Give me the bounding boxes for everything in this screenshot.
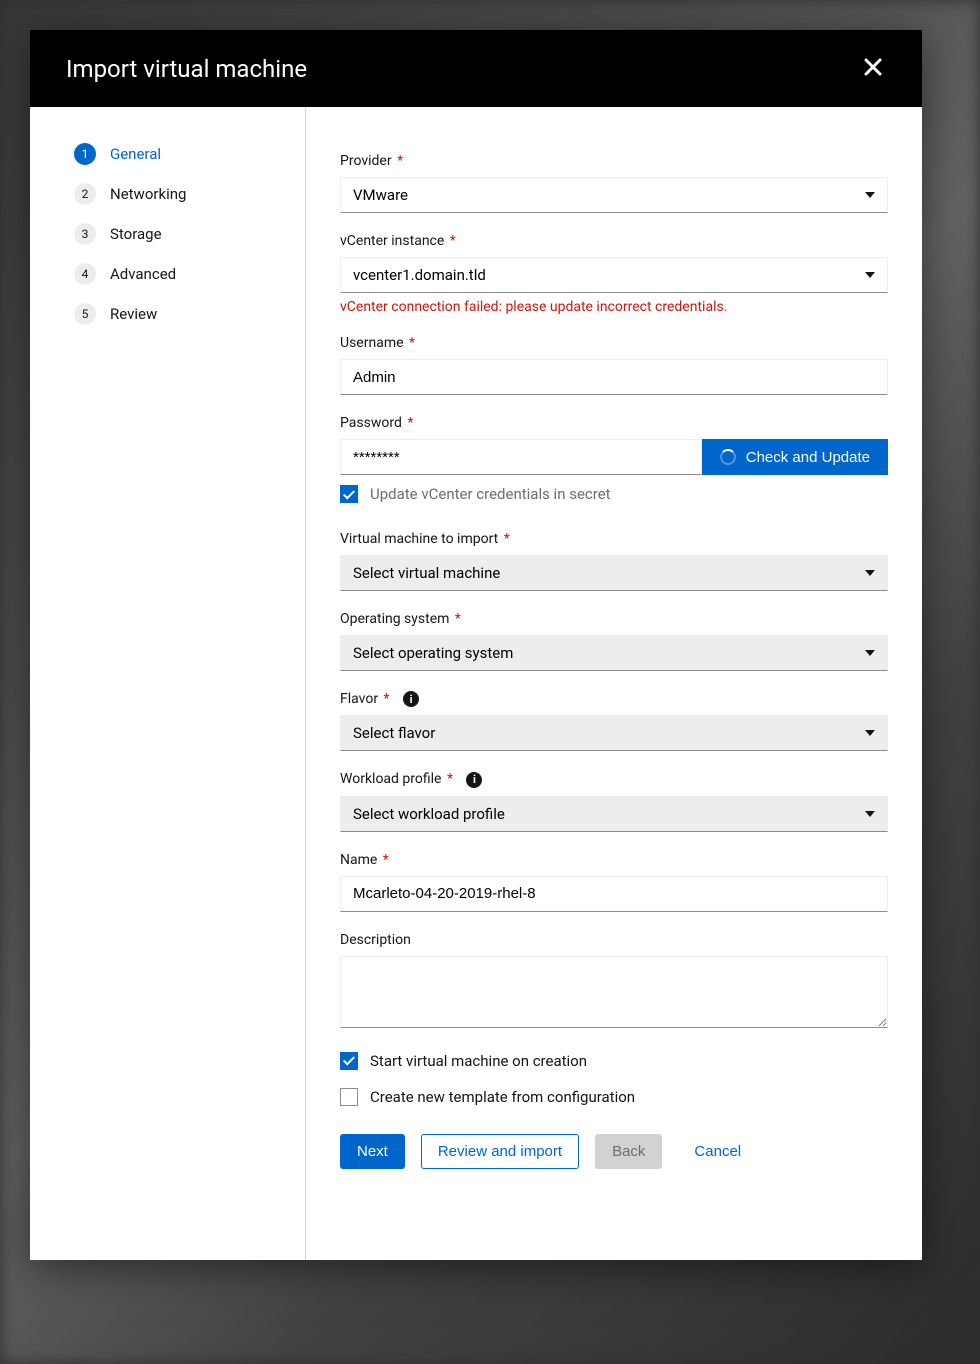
import-vm-modal: Import virtual machine 1 General 2 Netwo… <box>30 30 922 1260</box>
description-textarea[interactable] <box>340 956 888 1028</box>
step-number: 4 <box>74 263 96 285</box>
modal-header: Import virtual machine <box>30 30 922 107</box>
vm-import-placeholder: Select virtual machine <box>353 564 500 582</box>
flavor-select[interactable]: Select flavor <box>340 715 888 751</box>
workload-group: Workload profile * i Select workload pro… <box>340 771 888 831</box>
start-vm-checkbox[interactable] <box>340 1052 358 1070</box>
chevron-down-icon <box>865 650 875 656</box>
info-icon[interactable]: i <box>466 772 482 788</box>
step-storage[interactable]: 3 Storage <box>74 223 305 245</box>
step-advanced[interactable]: 4 Advanced <box>74 263 305 285</box>
os-placeholder: Select operating system <box>353 644 513 662</box>
spinner-icon <box>720 449 736 465</box>
step-label: Networking <box>110 185 186 203</box>
chevron-down-icon <box>865 192 875 198</box>
modal-title: Import virtual machine <box>66 55 307 83</box>
provider-group: Provider * VMware <box>340 153 888 213</box>
vcenter-error: vCenter connection failed: please update… <box>340 299 888 315</box>
form-panel: Provider * VMware vCenter instance * vce… <box>306 107 922 1260</box>
vm-import-group: Virtual machine to import * Select virtu… <box>340 531 888 591</box>
step-networking[interactable]: 2 Networking <box>74 183 305 205</box>
os-group: Operating system * Select operating syst… <box>340 611 888 671</box>
close-button[interactable] <box>860 54 886 83</box>
name-label: Name * <box>340 852 888 868</box>
password-group: Password * Check and Update Update vCent… <box>340 415 888 503</box>
os-select[interactable]: Select operating system <box>340 635 888 671</box>
update-secret-row: Update vCenter credentials in secret <box>340 485 888 503</box>
provider-select[interactable]: VMware <box>340 177 888 213</box>
flavor-placeholder: Select flavor <box>353 724 435 742</box>
info-icon[interactable]: i <box>403 691 419 707</box>
step-review[interactable]: 5 Review <box>74 303 305 325</box>
password-input[interactable] <box>353 449 689 466</box>
step-number: 2 <box>74 183 96 205</box>
step-label: General <box>110 145 161 163</box>
chevron-down-icon <box>865 570 875 576</box>
wizard-footer: Next Review and import Back Cancel <box>340 1134 888 1169</box>
workload-label: Workload profile * i <box>340 771 888 787</box>
username-input-wrap <box>340 359 888 395</box>
review-import-button[interactable]: Review and import <box>421 1134 579 1169</box>
create-template-label: Create new template from configuration <box>370 1088 635 1106</box>
step-number: 1 <box>74 143 96 165</box>
flavor-group: Flavor * i Select flavor <box>340 691 888 751</box>
vcenter-label: vCenter instance * <box>340 233 888 249</box>
vcenter-group: vCenter instance * vcenter1.domain.tld v… <box>340 233 888 315</box>
step-number: 5 <box>74 303 96 325</box>
step-general[interactable]: 1 General <box>74 143 305 165</box>
description-label: Description <box>340 932 888 948</box>
description-group: Description <box>340 932 888 1032</box>
username-group: Username * <box>340 335 888 395</box>
vm-import-select[interactable]: Select virtual machine <box>340 555 888 591</box>
update-secret-label: Update vCenter credentials in secret <box>370 485 611 503</box>
step-number: 3 <box>74 223 96 245</box>
check-update-button[interactable]: Check and Update <box>702 439 888 475</box>
username-label: Username * <box>340 335 888 351</box>
name-input[interactable] <box>353 885 875 902</box>
back-button: Back <box>595 1134 662 1169</box>
step-label: Storage <box>110 225 162 243</box>
vcenter-value: vcenter1.domain.tld <box>353 266 486 284</box>
start-vm-row: Start virtual machine on creation <box>340 1052 888 1070</box>
provider-label: Provider * <box>340 153 888 169</box>
modal-body: 1 General 2 Networking 3 Storage 4 Advan… <box>30 107 922 1260</box>
password-input-wrap <box>340 439 702 475</box>
workload-placeholder: Select workload profile <box>353 805 505 823</box>
chevron-down-icon <box>865 272 875 278</box>
wizard-sidebar: 1 General 2 Networking 3 Storage 4 Advan… <box>30 107 306 1260</box>
step-label: Advanced <box>110 265 176 283</box>
check-button-label: Check and Update <box>746 449 870 466</box>
vm-import-label: Virtual machine to import * <box>340 531 888 547</box>
close-icon <box>864 58 882 76</box>
cancel-button[interactable]: Cancel <box>678 1135 757 1168</box>
update-secret-checkbox[interactable] <box>340 485 358 503</box>
vcenter-select[interactable]: vcenter1.domain.tld <box>340 257 888 293</box>
name-group: Name * <box>340 852 888 912</box>
username-input[interactable] <box>353 369 875 386</box>
create-template-checkbox[interactable] <box>340 1088 358 1106</box>
flavor-label: Flavor * i <box>340 691 888 707</box>
chevron-down-icon <box>865 730 875 736</box>
password-label: Password * <box>340 415 888 431</box>
step-label: Review <box>110 305 157 323</box>
create-template-row: Create new template from configuration <box>340 1088 888 1106</box>
workload-select[interactable]: Select workload profile <box>340 796 888 832</box>
os-label: Operating system * <box>340 611 888 627</box>
provider-value: VMware <box>353 186 408 204</box>
start-vm-label: Start virtual machine on creation <box>370 1052 587 1070</box>
next-button[interactable]: Next <box>340 1134 405 1169</box>
chevron-down-icon <box>865 811 875 817</box>
name-input-wrap <box>340 876 888 912</box>
